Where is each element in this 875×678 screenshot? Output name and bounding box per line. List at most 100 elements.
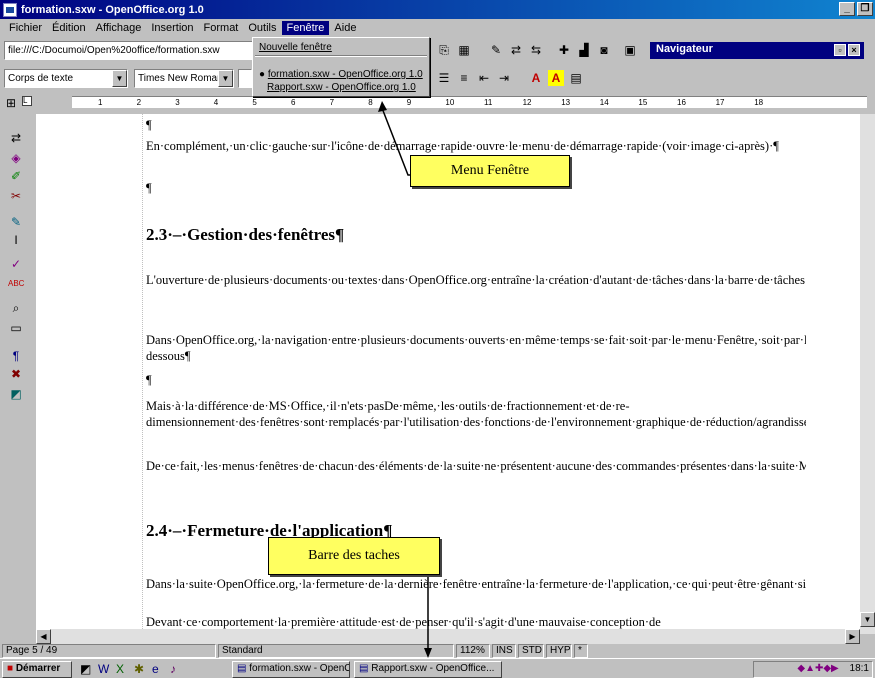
ruler-tick-label: 7 xyxy=(329,98,335,107)
quick-launch-excel-icon[interactable]: X xyxy=(116,662,124,676)
page-style: Standard xyxy=(218,644,454,658)
modified-indicator: * xyxy=(574,644,588,658)
ruler-track: 1 2 3 4 5 6 7 8 9 10 11 12 13 14 15 16 17 18 xyxy=(72,96,867,108)
gallery-icon[interactable]: ◙ xyxy=(596,42,612,58)
draw-icon[interactable]: ✎ xyxy=(8,214,24,230)
menu-item-doc-rapport[interactable]: Rapport.sxw - OpenOffice.org 1.0 xyxy=(267,82,416,93)
callout-barre-des-taches: Barre des taches xyxy=(268,537,440,575)
paragraph: Dans·la·suite·OpenOffice.org,·la·fermetu… xyxy=(146,577,806,591)
document-area[interactable]: ¶ En·complément,·un·clic·gauche·sur·l'ic… xyxy=(36,114,860,629)
hyperlink-mode[interactable]: HYP xyxy=(546,644,572,658)
nonprinting-chars-icon[interactable]: ¶ xyxy=(8,348,24,364)
background-color-icon[interactable]: ▤ xyxy=(568,70,584,86)
bullets-icon[interactable]: ≡ xyxy=(456,70,472,86)
insert-mode[interactable]: INS xyxy=(492,644,516,658)
ruler-tick-label: 16 xyxy=(677,98,686,107)
copy-icon[interactable]: ⎘ xyxy=(436,42,452,58)
decrease-indent-icon[interactable]: ⇤ xyxy=(476,70,492,86)
insert-icon[interactable]: ✚ xyxy=(556,42,572,58)
start-button[interactable]: ■ Démarrer xyxy=(2,661,72,678)
edit-icon[interactable]: ✂ xyxy=(8,188,24,204)
quick-launch-ie-icon[interactable]: e xyxy=(152,662,159,676)
table-icon: ⊞ xyxy=(6,96,17,110)
document-page[interactable]: ¶ En·complément,·un·clic·gauche·sur·l'ic… xyxy=(36,114,860,629)
find-icon[interactable]: ⌕ xyxy=(8,300,24,316)
minimize-button[interactable]: _ xyxy=(839,2,855,16)
ruler-tick-label: 14 xyxy=(599,98,609,107)
text-cursor-icon[interactable]: I xyxy=(8,232,24,248)
paragraph-style-select[interactable]: Corps de texte ▼ xyxy=(4,69,128,88)
restore-button[interactable]: ❐ xyxy=(857,2,873,16)
task-label: formation.sxw - OpenOffice... xyxy=(249,663,349,674)
menu-item-new-window[interactable]: Nouvelle fenêtre xyxy=(259,42,332,53)
paragraph: Devant·ce·comportement·la·première·attit… xyxy=(146,615,661,629)
app-icon[interactable] xyxy=(3,2,17,17)
task-label: Rapport.sxw - OpenOffice... xyxy=(371,663,495,674)
form-icon[interactable]: ✐ xyxy=(8,168,24,184)
graphics-off-icon[interactable]: ✖ xyxy=(8,366,24,382)
font-name-value: Times New Roman xyxy=(138,73,223,84)
scroll-right-icon[interactable]: ▶ xyxy=(845,629,860,644)
paragraph: ¶ xyxy=(146,118,152,132)
online-layout-icon[interactable]: ◩ xyxy=(8,386,24,402)
windows-taskbar: ■ Démarrer ◩ W X ✱ e ♪ ▤ formation.sxw -… xyxy=(0,658,875,678)
document-icon: ▤ xyxy=(237,663,247,674)
datasource-icon[interactable]: ▣ xyxy=(622,42,638,58)
tab-stop-selector[interactable]: ⊞ L xyxy=(2,94,34,114)
navigator-pin-icon[interactable]: ▫ xyxy=(834,44,846,56)
highlight-icon[interactable]: A xyxy=(548,70,564,86)
menu-item-doc-formation[interactable]: ● formation.sxw - OpenOffice.org 1.0 xyxy=(259,69,423,80)
tray-icons[interactable]: ◆▲✚◆▶ xyxy=(797,663,838,674)
ruler-tick-label: 17 xyxy=(715,98,725,107)
zoom-level[interactable]: 112% xyxy=(456,644,490,658)
undo-icon[interactable]: ⇄ xyxy=(508,42,524,58)
font-size-select[interactable] xyxy=(238,69,252,88)
navigator-panel[interactable]: Navigateur ▫ × xyxy=(650,42,864,59)
menu-format[interactable]: Format xyxy=(199,21,244,35)
menu-outils[interactable]: Outils xyxy=(243,21,281,35)
insert-object-icon[interactable]: ◈ xyxy=(8,150,24,166)
datasource-icon[interactable]: ▭ xyxy=(8,320,24,336)
menu-affichage[interactable]: Affichage xyxy=(91,21,147,35)
chart-icon[interactable]: ▟ xyxy=(576,42,592,58)
quick-launch-media-icon[interactable]: ♪ xyxy=(170,662,176,676)
menu-separator xyxy=(255,55,427,57)
quick-launch-word-icon[interactable]: W xyxy=(98,662,109,676)
spellcheck-icon[interactable]: ABC xyxy=(8,276,24,292)
quick-launch-desktop-icon[interactable]: ◩ xyxy=(80,662,91,676)
spellcheck-auto-icon[interactable]: ✓ xyxy=(8,256,24,272)
ruler-tick-label: 13 xyxy=(561,98,571,107)
taskbar-task-formation[interactable]: ▤ formation.sxw - OpenOffice... xyxy=(232,661,350,678)
chevron-down-icon[interactable]: ▼ xyxy=(218,70,233,87)
url-field[interactable]: file:///C:/Documoi/Open%20office/formati… xyxy=(4,41,262,60)
ruler-tick-label: 15 xyxy=(638,98,648,107)
callout-menu-fenetre: Menu Fenêtre xyxy=(410,155,570,187)
insert-icon[interactable]: ⇄ xyxy=(8,130,24,146)
menu-aide[interactable]: Aide xyxy=(329,21,361,35)
quick-launch-app-icon[interactable]: ✱ xyxy=(134,662,144,676)
vertical-scrollbar[interactable]: ▼ xyxy=(860,114,875,634)
menu-fichier[interactable]: Fichier xyxy=(4,21,47,35)
ruler-tick-label: 1 xyxy=(98,98,103,107)
paste-icon[interactable]: ▦ xyxy=(456,42,472,58)
numbering-icon[interactable]: ☰ xyxy=(436,70,452,86)
start-label: Démarrer xyxy=(15,663,61,674)
horizontal-ruler[interactable]: 1 2 3 4 5 6 7 8 9 10 11 12 13 14 15 16 17 18 xyxy=(36,94,875,110)
menu-fenetre[interactable]: Fenêtre xyxy=(281,21,330,35)
document-icon: ▤ xyxy=(359,663,369,674)
redo-icon[interactable]: ⇆ xyxy=(528,42,544,58)
menu-edition[interactable]: Édition xyxy=(47,21,91,35)
taskbar-task-rapport[interactable]: ▤ Rapport.sxw - OpenOffice... xyxy=(354,661,502,678)
scroll-down-icon[interactable]: ▼ xyxy=(860,612,875,627)
increase-indent-icon[interactable]: ⇥ xyxy=(496,70,512,86)
scroll-left-icon[interactable]: ◀ xyxy=(36,629,51,644)
font-name-select[interactable]: Times New Roman ▼ xyxy=(134,69,234,88)
pencil-icon[interactable]: ✎ xyxy=(488,42,504,58)
horizontal-scrollbar[interactable]: ◀ ▶ xyxy=(36,629,860,644)
chevron-down-icon[interactable]: ▼ xyxy=(112,70,127,87)
selection-mode[interactable]: STD xyxy=(518,644,544,658)
menu-insertion[interactable]: Insertion xyxy=(146,21,198,35)
font-color-icon[interactable]: A xyxy=(528,70,544,86)
navigator-close-icon[interactable]: × xyxy=(848,44,860,56)
main-toolbar: ⇄ ◈ ✐ ✂ ✎ I ✓ ABC ⌕ ▭ ¶ ✖ ◩ xyxy=(0,114,30,634)
